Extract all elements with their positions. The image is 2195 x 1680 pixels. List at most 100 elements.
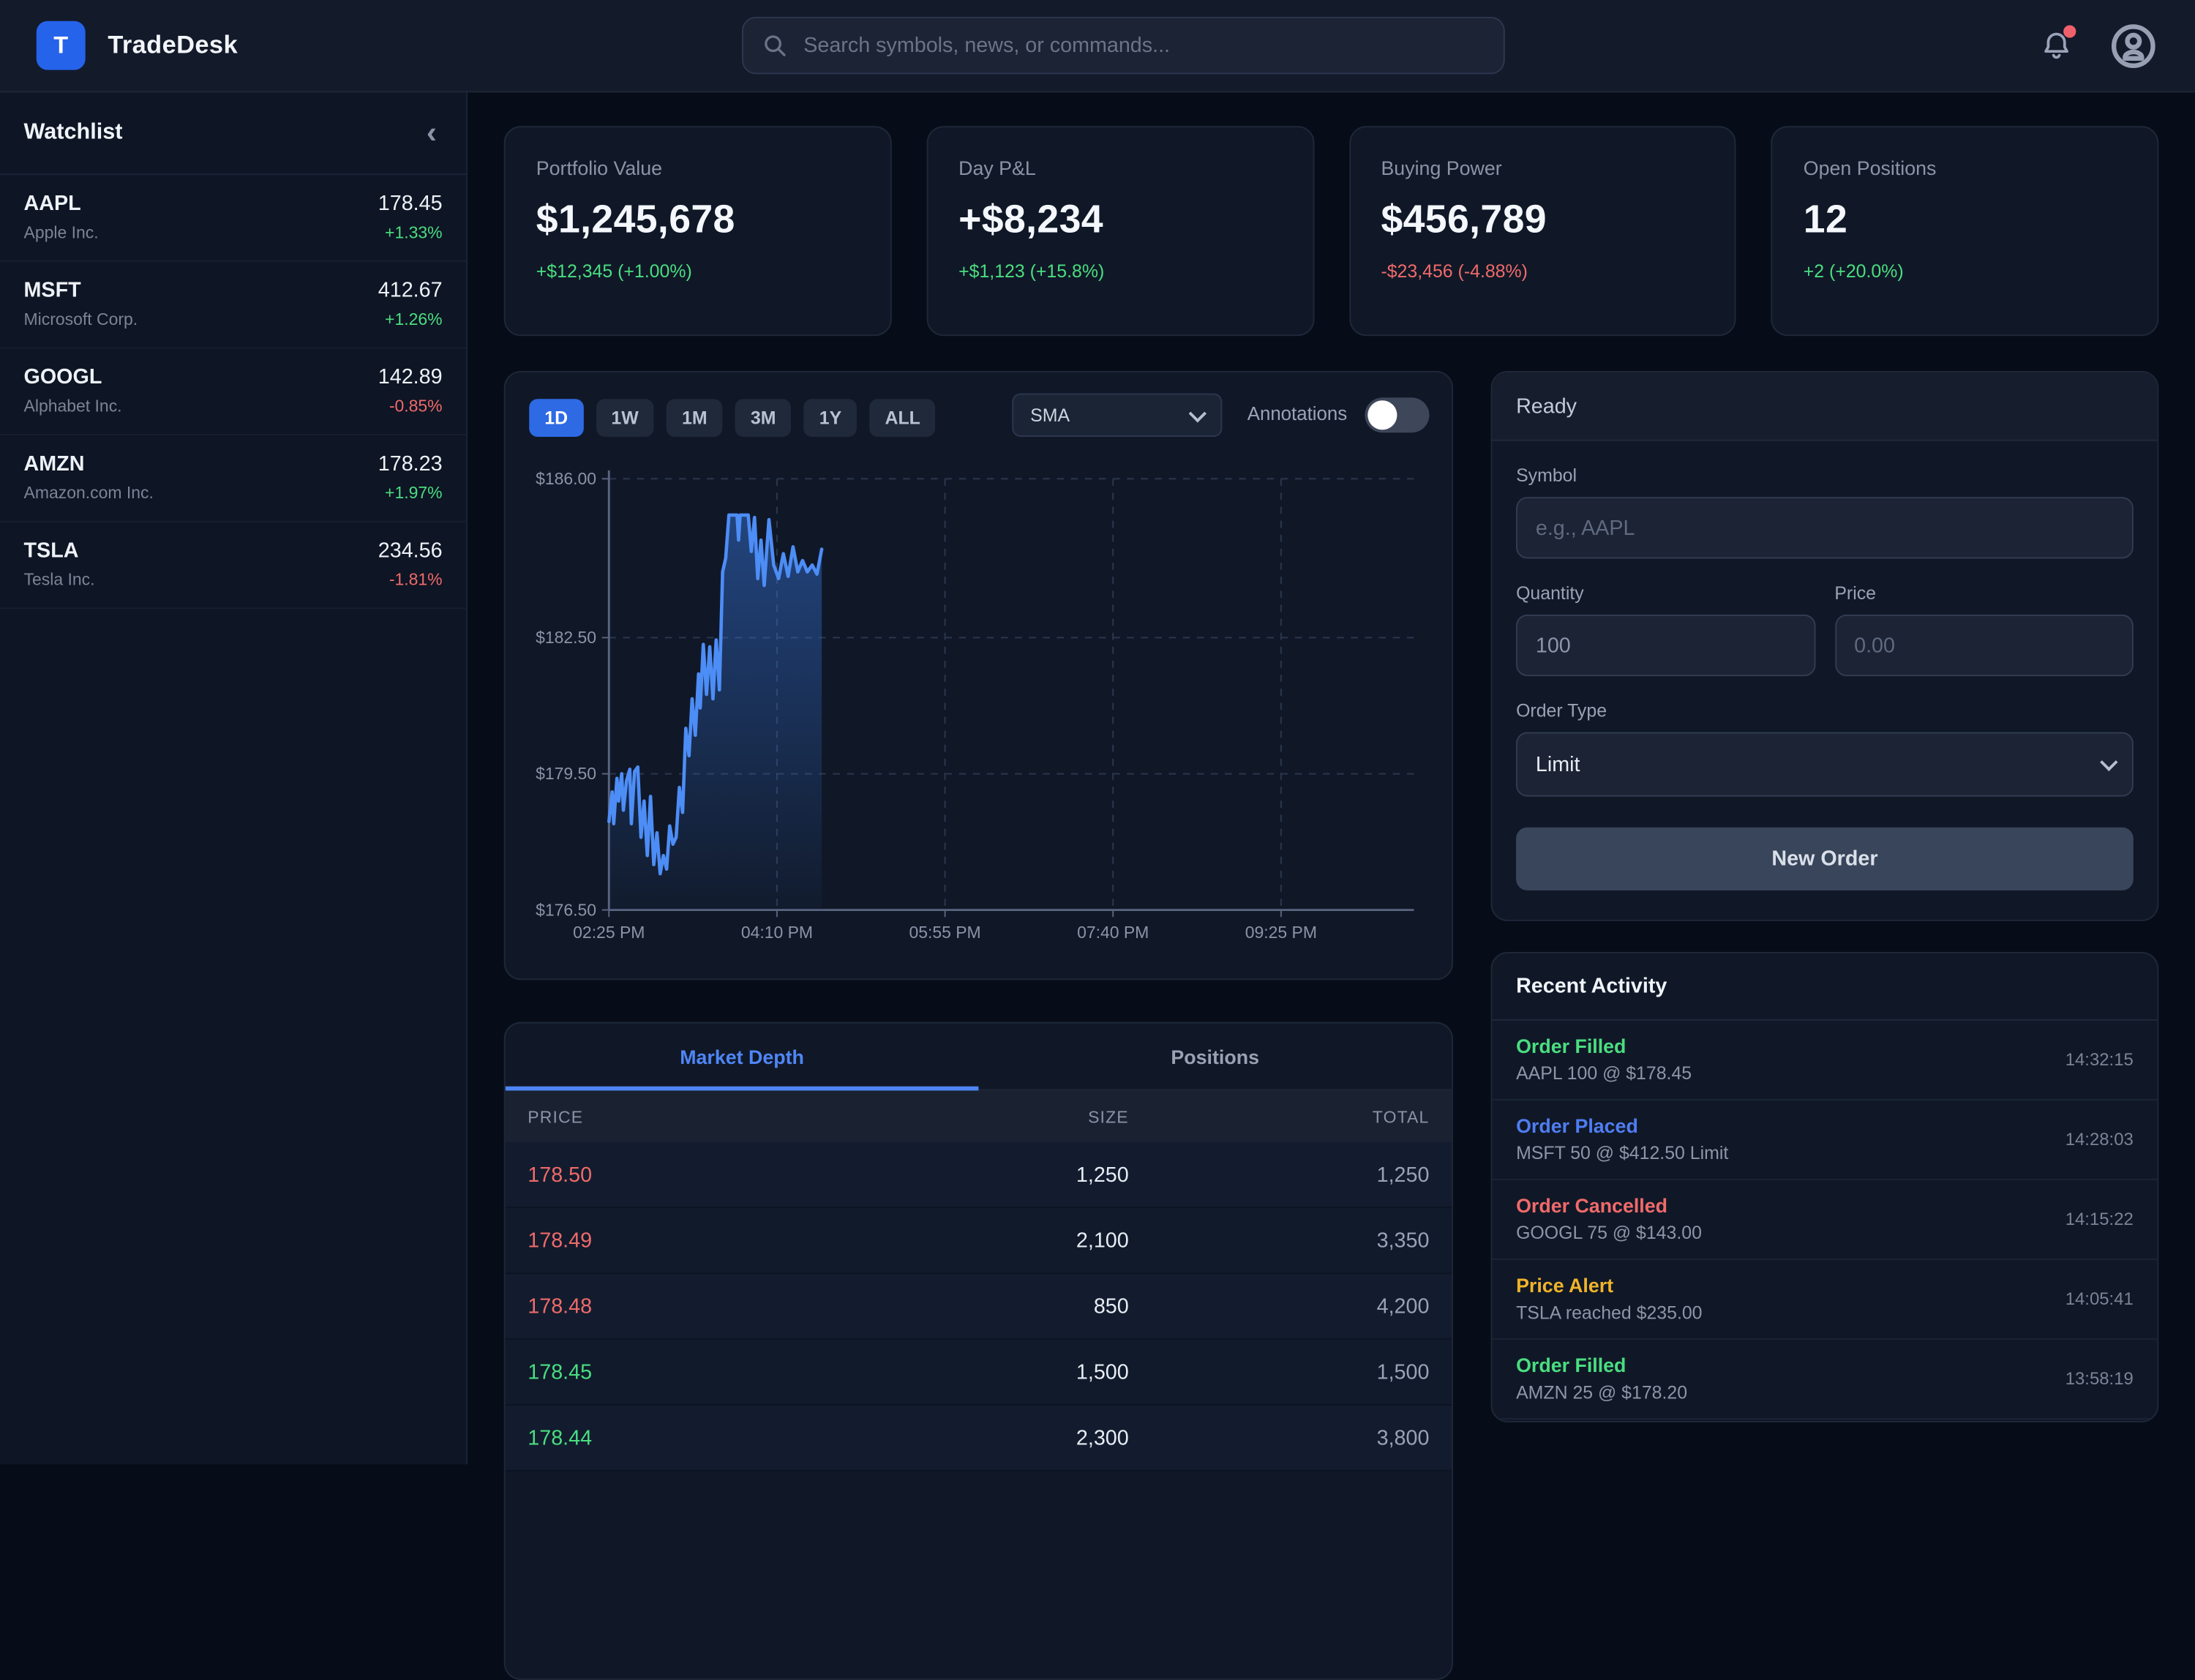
depth-table-header: PRICESIZETOTAL <box>506 1090 1452 1142</box>
depth-total: 1,500 <box>1129 1360 1430 1384</box>
stat-card-open-positions: Open Positions12+2 (+20.0%) <box>1771 126 2158 336</box>
timeframe-button-1d[interactable]: 1D <box>529 398 583 436</box>
timeframe-button-1y[interactable]: 1Y <box>804 398 858 436</box>
svg-text:$182.50: $182.50 <box>536 628 596 647</box>
symbol-label: MSFT <box>24 279 138 303</box>
watchlist-row-amzn[interactable]: AMZNAmazon.com Inc.178.23+1.97% <box>0 435 466 522</box>
activity-detail: AMZN 25 @ $178.20 <box>1516 1381 2134 1403</box>
price-label: Price <box>1834 582 2133 604</box>
watchlist-row-left: GOOGLAlphabet Inc. <box>24 365 122 416</box>
stats-row: Portfolio Value$1,245,678+$12,345 (+1.00… <box>504 126 2158 336</box>
user-avatar-button[interactable] <box>2108 20 2158 71</box>
activity-time: 13:58:19 <box>2065 1369 2134 1389</box>
depth-row[interactable]: 178.501,2501,250 <box>506 1142 1452 1208</box>
depth-tabs: Market DepthPositions <box>506 1024 1452 1091</box>
activity-item[interactable]: Order PlacedNVDA 30 @ $875.00 Limit13:42… <box>1493 1420 2158 1422</box>
watchlist-row-aapl[interactable]: AAPLApple Inc.178.45+1.33% <box>0 175 466 262</box>
column-header-total: TOTAL <box>1129 1106 1430 1126</box>
user-avatar-icon <box>2108 20 2158 71</box>
watchlist-sidebar: Watchlist ‹ AAPLApple Inc.178.45+1.33%MS… <box>0 91 468 1464</box>
indicator-select[interactable]: SMA <box>1012 394 1222 437</box>
trading-dashboard: T TradeDesk <box>0 0 2195 1464</box>
column-header-price: PRICE <box>528 1106 828 1126</box>
watchlist-items: AAPLApple Inc.178.45+1.33%MSFTMicrosoft … <box>0 175 466 609</box>
price-input[interactable] <box>1834 615 2133 676</box>
watchlist-row-left: MSFTMicrosoft Corp. <box>24 279 138 329</box>
activity-item[interactable]: Order PlacedMSFT 50 @ $412.50 Limit14:28… <box>1493 1100 2158 1180</box>
change-value: +1.33% <box>378 222 443 242</box>
activity-time: 14:28:03 <box>2065 1130 2134 1150</box>
notifications-button[interactable] <box>2038 27 2075 64</box>
market-depth-card: Market DepthPositions PRICESIZETOTAL 178… <box>504 1022 1453 1680</box>
depth-total: 3,800 <box>1129 1426 1430 1450</box>
collapse-sidebar-button[interactable]: ‹ <box>421 117 442 148</box>
activity-title: Order Placed <box>1516 1114 2134 1137</box>
depth-size: 850 <box>828 1294 1129 1319</box>
activity-item[interactable]: Price AlertTSLA reached $235.0014:05:41 <box>1493 1260 2158 1340</box>
depth-table-body: 178.501,2501,250178.492,1003,350178.4885… <box>506 1142 1452 1471</box>
timeframe-button-3m[interactable]: 3M <box>735 398 792 436</box>
stat-value: $1,245,678 <box>536 198 859 242</box>
price-value: 234.56 <box>378 539 443 563</box>
quantity-input[interactable] <box>1516 615 1815 676</box>
main-content: Portfolio Value$1,245,678+$12,345 (+1.00… <box>504 126 2158 336</box>
depth-price: 178.49 <box>528 1229 828 1253</box>
tab-market-depth[interactable]: Market Depth <box>506 1024 979 1090</box>
indicator-select-value: SMA <box>1030 405 1070 426</box>
watchlist-row-tsla[interactable]: TSLATesla Inc.234.56-1.81% <box>0 522 466 610</box>
order-entry-card: Ready Symbol Quantity Price Order Type <box>1491 371 2159 921</box>
depth-row[interactable]: 178.488504,200 <box>506 1274 1452 1340</box>
stat-label: Open Positions <box>1804 157 2126 179</box>
symbol-label: GOOGL <box>24 365 122 389</box>
order-status: Ready <box>1493 372 2158 441</box>
depth-row[interactable]: 178.451,5001,500 <box>506 1340 1452 1406</box>
annotations-toggle[interactable] <box>1365 397 1429 432</box>
new-order-button[interactable]: New Order <box>1516 828 2134 890</box>
watchlist-row-right: 142.89 -0.85% <box>378 365 443 416</box>
watchlist-row-msft[interactable]: MSFTMicrosoft Corp.412.67+1.26% <box>0 262 466 349</box>
company-label: Apple Inc. <box>24 222 99 242</box>
depth-row[interactable]: 178.442,3003,800 <box>506 1406 1452 1471</box>
app-title: TradeDesk <box>108 31 238 60</box>
activity-item[interactable]: Order CancelledGOOGL 75 @ $143.0014:15:2… <box>1493 1180 2158 1260</box>
stat-card-portfolio-value: Portfolio Value$1,245,678+$12,345 (+1.00… <box>504 126 891 336</box>
svg-text:07:40 PM: 07:40 PM <box>1077 923 1149 942</box>
svg-text:$186.00: $186.00 <box>536 469 596 488</box>
depth-price: 178.44 <box>528 1426 828 1450</box>
search-input[interactable] <box>800 32 1484 59</box>
depth-row[interactable]: 178.492,1003,350 <box>506 1208 1452 1274</box>
price-chart[interactable]: $186.00$182.50$179.50$176.5002:25 PM04:1… <box>530 460 1427 959</box>
symbol-input[interactable] <box>1516 497 2134 558</box>
watchlist-row-googl[interactable]: GOOGLAlphabet Inc. 142.89 -0.85% <box>0 348 466 435</box>
timeframe-button-all[interactable]: ALL <box>869 398 935 436</box>
depth-price: 178.50 <box>528 1163 828 1187</box>
change-value: -1.81% <box>378 570 443 590</box>
timeframe-button-1w[interactable]: 1W <box>596 398 653 436</box>
chevron-down-icon <box>1189 405 1207 422</box>
notification-badge <box>2063 24 2076 37</box>
stat-value: 12 <box>1804 198 2126 242</box>
global-search[interactable] <box>742 17 1505 74</box>
recent-activity-title: Recent Activity <box>1493 953 2158 1021</box>
order-type-value: Limit <box>1536 752 1580 776</box>
watchlist-row-left: AAPL Apple Inc. <box>24 192 99 242</box>
activity-item[interactable]: Order FilledAAPL 100 @ $178.4514:32:15 <box>1493 1021 2158 1100</box>
app-logo[interactable]: T <box>37 21 86 70</box>
depth-total: 4,200 <box>1129 1294 1430 1319</box>
stat-label: Portfolio Value <box>536 157 859 179</box>
timeframe-button-1m[interactable]: 1M <box>667 398 723 436</box>
activity-detail: TSLA reached $235.00 <box>1516 1302 2134 1323</box>
depth-price: 178.48 <box>528 1294 828 1319</box>
order-type-select[interactable]: Limit <box>1516 732 2134 797</box>
activity-title: Price Alert <box>1516 1274 2134 1297</box>
svg-text:04:10 PM: 04:10 PM <box>741 923 813 942</box>
activity-item[interactable]: Order FilledAMZN 25 @ $178.2013:58:19 <box>1493 1340 2158 1420</box>
svg-text:$176.50: $176.50 <box>536 900 596 919</box>
change-value: -0.85% <box>378 396 443 416</box>
stat-card-buying-power: Buying Power$456,789-$23,456 (-4.88%) <box>1348 126 1736 336</box>
tab-positions[interactable]: Positions <box>978 1024 1452 1090</box>
svg-text:$179.50: $179.50 <box>536 764 596 783</box>
price-value: 142.89 <box>378 365 443 389</box>
symbol-label: AAPL <box>24 192 99 216</box>
depth-size: 1,500 <box>828 1360 1129 1384</box>
